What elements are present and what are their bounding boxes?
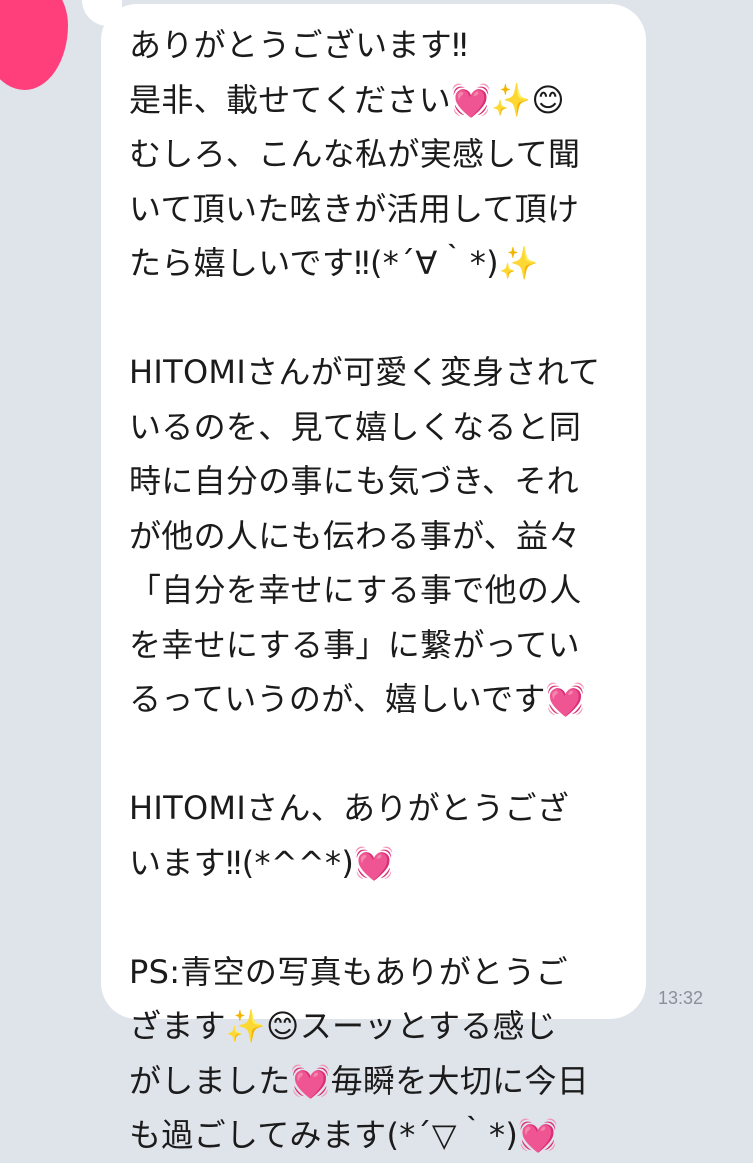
message-line: も過ごしてみます(*´▽｀*)💓 bbox=[129, 1116, 559, 1154]
message-line: ざます✨😊スーッとする感じ bbox=[129, 1007, 558, 1045]
message-line: ありがとうございます‼︎ bbox=[129, 26, 468, 64]
message-line: むしろ、こんな私が実感して聞 bbox=[129, 135, 581, 173]
message-line: HITOMIさん、ありがとうござ bbox=[129, 789, 570, 827]
message-timestamp: 13:32 bbox=[658, 988, 704, 1008]
message-line: を幸せにする事」に繋がってい bbox=[129, 625, 580, 664]
message-line: います‼︎(*^^*)💓 bbox=[129, 843, 395, 882]
message-line: PS:青空の写真もありがとうご bbox=[129, 952, 568, 991]
message-line: 是非、載せてください💓✨😊 bbox=[129, 80, 565, 119]
message-line: 時に自分の事にも気づき、それ bbox=[129, 462, 579, 500]
message-line: が他の人にも伝わる事が、益々 bbox=[129, 516, 581, 555]
message-line: るっていうのが、嬉しいです💓 bbox=[129, 680, 586, 718]
message-line: がしました💓毎瞬を大切に今日 bbox=[129, 1061, 590, 1100]
message-line: いるのを、見て嬉しくなると同 bbox=[129, 407, 582, 446]
message-line: 「自分を幸せにする事で他の人 bbox=[129, 571, 582, 609]
sender-avatar[interactable] bbox=[0, 0, 68, 90]
message-bubble[interactable]: ありがとうございます‼︎ 是非、載せてください💓✨😊 むしろ、こんな私が実感して… bbox=[101, 4, 646, 1154]
message-line: たら嬉しいです‼︎(*´∀｀*)✨ bbox=[129, 244, 540, 282]
message-line: いて頂いた呟きが活用して頂け bbox=[129, 189, 580, 228]
message-line: HITOMIさんが可愛く変身されて bbox=[129, 353, 601, 391]
